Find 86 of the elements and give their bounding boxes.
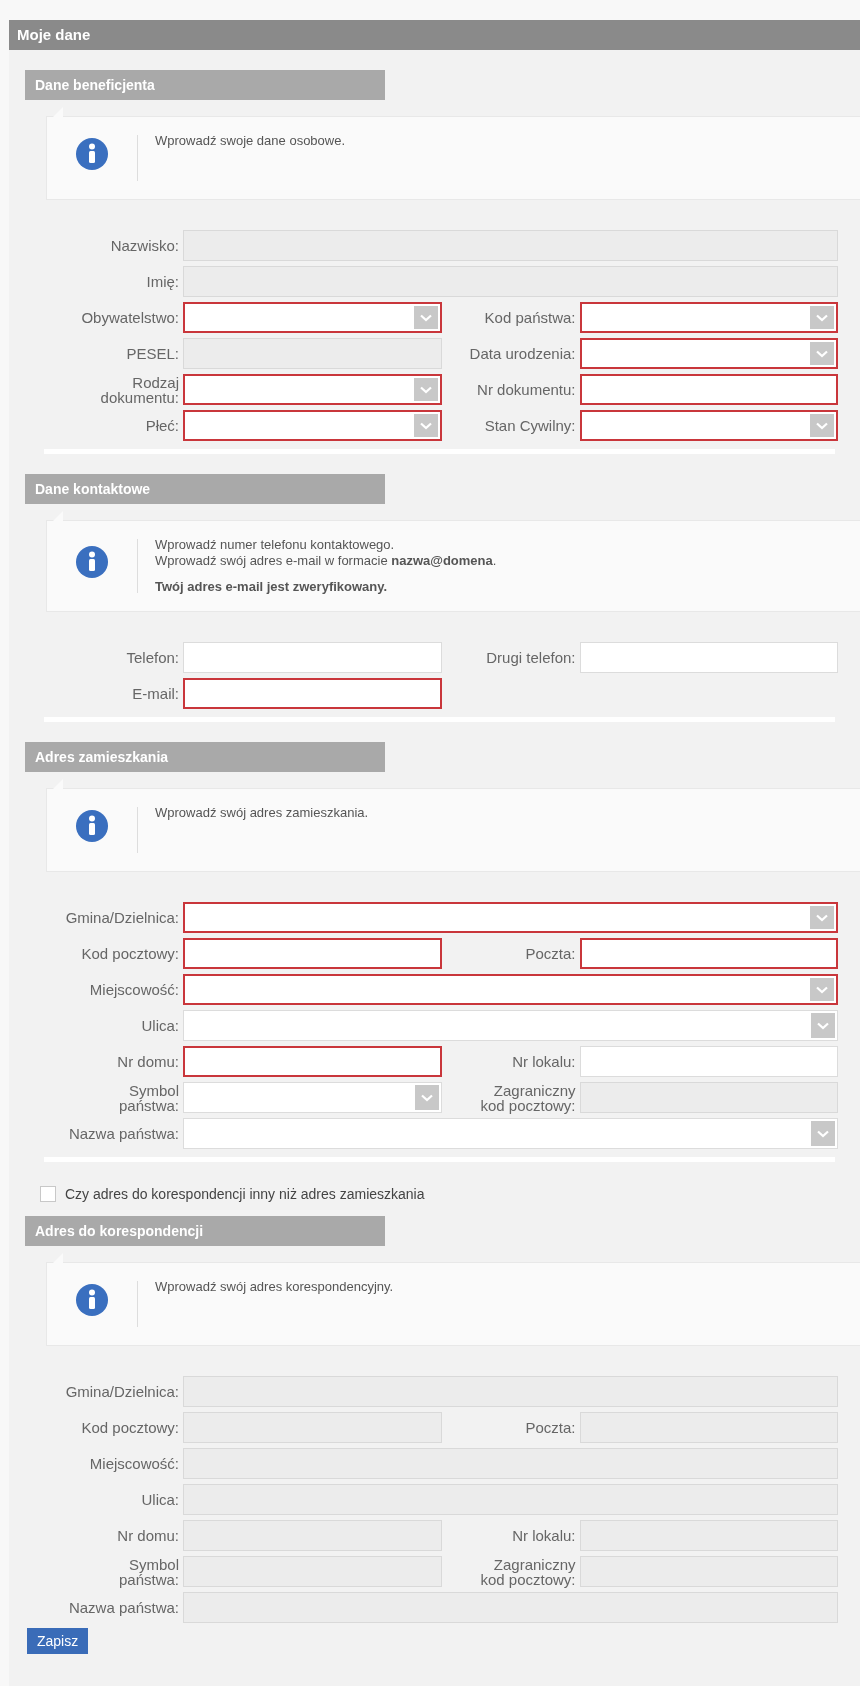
field-label: Nazwa państwa: (67, 1126, 179, 1141)
field-label: Nr domu: (116, 1528, 179, 1543)
field-label: Nr domu: (116, 1054, 179, 1069)
checkbox[interactable] (40, 1186, 56, 1202)
dropdown-button[interactable] (810, 978, 834, 1001)
dropdown-button[interactable] (413, 306, 438, 329)
field-label: Nazwisko: (109, 238, 179, 253)
input-field[interactable] (579, 374, 838, 405)
field-label: Imię: (145, 274, 179, 289)
info-text: Wprowadź swój adres e-mail w formacie nazwa@domena. (155, 553, 497, 569)
field-label: E-mail: (131, 686, 179, 701)
chevron-down-icon (419, 421, 432, 430)
select-field[interactable] (579, 338, 838, 369)
save-button[interactable]: Zapisz (27, 1628, 89, 1654)
chevron-down-icon (816, 421, 828, 430)
info-text: Wprowadź swoje dane osobowe. (155, 133, 346, 149)
select-field[interactable] (183, 902, 838, 933)
dropdown-button[interactable] (810, 414, 834, 437)
field-label: Nr lokalu: (511, 1528, 576, 1543)
input-field[interactable] (579, 938, 838, 969)
field-label: Poczta: (524, 946, 576, 961)
chevron-down-icon (816, 313, 828, 322)
checkbox-label[interactable]: Czy adres do korespondencji inny niż adres zamieszkania (65, 1186, 425, 1202)
field-label: Symbol państwa: (117, 1082, 179, 1113)
field-label: Miejscowość: (88, 1456, 179, 1471)
field-label: Stan Cywilny: (483, 418, 576, 433)
section-header: Dane kontaktowe (25, 474, 385, 504)
field-label: Nazwa państwa: (67, 1600, 179, 1615)
chevron-down-icon (817, 1129, 829, 1138)
select-field[interactable] (183, 374, 442, 405)
select-field[interactable] (183, 410, 442, 441)
dropdown-button[interactable] (810, 306, 834, 329)
field-label: Gmina/Dzielnica: (64, 1384, 179, 1399)
field-label: Kod pocztowy: (80, 946, 179, 961)
section-header: Adres do korespondencji (25, 1216, 385, 1246)
page-title-bar: Moje dane (9, 20, 860, 50)
field-label: Kod pocztowy: (80, 1420, 179, 1435)
select-field[interactable] (183, 974, 838, 1005)
chevron-down-icon (816, 349, 828, 358)
dropdown-button[interactable] (811, 1013, 835, 1038)
field-label: Zagraniczny kod pocztowy: (479, 1556, 576, 1587)
chevron-down-icon (419, 313, 432, 322)
info-text: Wprowadź swój adres korespondencyjny. (155, 1279, 394, 1295)
field-label: Płeć: (144, 418, 179, 433)
info-icon (75, 137, 109, 171)
dropdown-button[interactable] (413, 378, 438, 401)
dropdown-button[interactable] (414, 1085, 439, 1110)
input-field[interactable] (183, 1046, 442, 1077)
select-field[interactable] (579, 302, 838, 333)
dropdown-button[interactable] (810, 906, 834, 929)
field-label: Obywatelstwo: (80, 310, 179, 325)
select-field[interactable] (579, 410, 838, 441)
field-label: Ulica: (140, 1018, 179, 1033)
info-icon (75, 545, 109, 579)
info-text: Wprowadź swój adres zamieszkania. (155, 805, 369, 821)
info-text: Twój adres e-mail jest zweryfikowany. (155, 579, 389, 595)
field-label: Poczta: (524, 1420, 576, 1435)
section-header: Dane beneficjenta (25, 70, 385, 100)
info-text: Wprowadź numer telefonu kontaktowego. (155, 537, 396, 553)
input-field[interactable] (183, 678, 442, 709)
dropdown-button[interactable] (413, 414, 438, 437)
field-label: Nr dokumentu: (476, 382, 576, 397)
info-icon (75, 809, 109, 843)
info-icon (75, 1283, 109, 1317)
field-label: Drugi telefon: (485, 650, 576, 665)
dropdown-button[interactable] (810, 342, 834, 365)
field-label: Rodzaj dokumentu: (99, 374, 179, 405)
field-label: Kod państwa: (483, 310, 576, 325)
field-label: Nr lokalu: (511, 1054, 576, 1069)
input-field[interactable] (183, 938, 442, 969)
field-label: Ulica: (140, 1492, 179, 1507)
field-label: Symbol państwa: (117, 1556, 179, 1587)
section-header: Adres zamieszkania (25, 742, 385, 772)
field-label: Telefon: (125, 650, 179, 665)
field-label: Gmina/Dzielnica: (64, 910, 179, 925)
chevron-down-icon (817, 1021, 829, 1030)
field-label: PESEL: (125, 346, 179, 361)
chevron-down-icon (816, 913, 828, 922)
chevron-down-icon (816, 985, 828, 994)
select-field[interactable] (183, 302, 442, 333)
field-label: Zagraniczny kod pocztowy: (479, 1082, 576, 1113)
chevron-down-icon (419, 385, 432, 394)
dropdown-button[interactable] (811, 1121, 835, 1146)
field-label: Data urodzenia: (468, 346, 576, 361)
field-label: Miejscowość: (88, 982, 179, 997)
chevron-down-icon (420, 1093, 433, 1102)
